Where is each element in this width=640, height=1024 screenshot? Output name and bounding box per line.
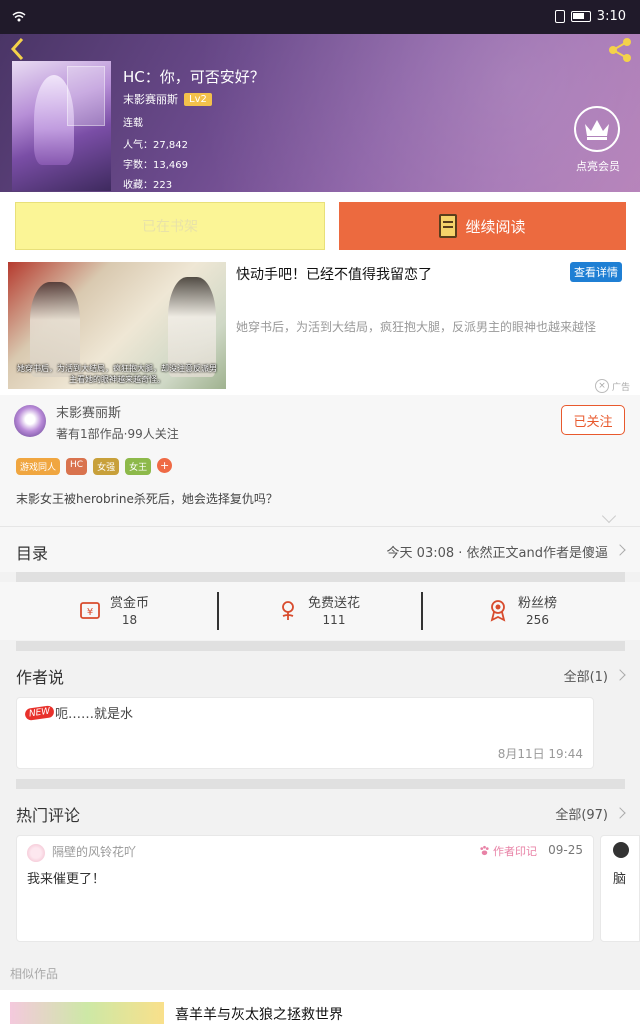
new-badge: NEW <box>24 705 56 721</box>
svg-text:¥: ¥ <box>87 607 93 618</box>
back-arrow-icon <box>10 37 24 61</box>
comment-username[interactable]: 隔壁的风铃花吖 <box>52 843 136 860</box>
book-header: HC：你，可否安好？ 末影赛丽斯 Lv2 连载 人气：27,842 字数：13,… <box>0 34 640 192</box>
avatar[interactable] <box>14 405 46 437</box>
author-says-time: 8月11日 19:44 <box>497 747 583 761</box>
catalog-title: 目录 <box>16 544 49 563</box>
medal-icon <box>486 598 510 622</box>
book-icon <box>439 214 458 238</box>
divider <box>16 779 625 789</box>
divider <box>16 641 625 651</box>
vibrate-icon <box>554 10 565 23</box>
author-mark-label: 作者印记 <box>493 845 537 858</box>
ad-detail-button[interactable]: 查看详情 <box>570 262 622 282</box>
share-button[interactable] <box>606 36 634 64</box>
send-flowers-value: 111 <box>322 613 346 627</box>
avatar[interactable] <box>27 844 45 862</box>
tag[interactable]: HC <box>66 458 88 475</box>
hot-comments-title: 热门评论 <box>16 806 81 825</box>
ad-banner[interactable]: 她穿书后，为活到大结局，疯狂抱大腿，却没注意反派男主看她的眼神越来越奇怪。 快动… <box>0 262 640 395</box>
author-meta: 著有1部作品·99人关注 <box>56 427 179 441</box>
comment-text: 我来催更了！ <box>27 872 106 887</box>
fan-ranking[interactable]: 粉丝榜 256 <box>486 592 557 627</box>
chevron-right-icon <box>614 669 626 681</box>
battery-icon <box>570 11 591 22</box>
comment-date: 09-25 <box>548 843 583 857</box>
coin-icon: ¥ <box>78 598 102 622</box>
flower-icon <box>276 598 300 622</box>
similar-work-cover[interactable] <box>10 1002 164 1024</box>
book-intro: 末影女王被herobrine杀死后，她会选择复仇吗？ <box>16 492 278 506</box>
ad-label: 广告 <box>611 382 630 393</box>
tag[interactable]: 游戏同人 <box>16 458 61 475</box>
author-says-text: 呃……就是水 <box>55 707 134 722</box>
level-badge: Lv2 <box>184 92 212 106</box>
author-mark-badge: 作者印记 <box>479 843 537 859</box>
author-name[interactable]: 末影赛丽斯 <box>56 402 121 421</box>
divider <box>16 572 625 582</box>
crown-icon <box>585 120 609 140</box>
send-flowers-label: 免费送花 <box>308 596 361 611</box>
close-icon[interactable]: × <box>594 379 609 393</box>
book-title: HC：你，可否安好？ <box>123 68 265 86</box>
ad-image[interactable]: 她穿书后，为活到大结局，疯狂抱大腿，却没注意反派男主看她的眼神越来越奇怪。 <box>8 262 226 389</box>
similar-work-item[interactable]: 喜羊羊与灰太狼之拯救世界 <box>0 990 640 1024</box>
hot-comments-all-link[interactable]: 全部(97) <box>555 804 608 823</box>
stats-row: ¥ 赏金币 18 免费送花 111 粉丝榜 256 <box>0 582 640 640</box>
ad-image-caption: 她穿书后，为活到大结局，疯狂抱大腿，却没注意反派男主看她的眼神越来越奇怪。 <box>17 364 217 384</box>
tag[interactable]: 女王 <box>125 458 152 475</box>
author-says-card[interactable]: NEW 呃……就是水 8月11日 19:44 <box>16 697 594 769</box>
chevron-right-icon <box>614 807 626 819</box>
catalog-row[interactable]: 目录 今天 03:08 · 依然正文and作者是傻逼 <box>0 526 640 572</box>
ad-description: 她穿书后，为活到大结局，疯狂抱大腿，反派男主的眼神也越来越怪 <box>236 320 597 334</box>
book-status: 连载 <box>123 118 143 129</box>
more-tags-button[interactable]: + <box>157 458 173 473</box>
vip-label: 点亮会员 <box>576 160 620 173</box>
share-icon <box>609 38 631 62</box>
avatar[interactable] <box>613 842 629 858</box>
fan-ranking-value: 256 <box>526 613 549 627</box>
comment-card[interactable]: 脑 <box>600 835 640 942</box>
book-cover[interactable] <box>12 61 111 191</box>
similar-works-label: 相似作品 <box>10 967 59 981</box>
continue-reading-label: 继续阅读 <box>465 217 526 236</box>
back-button[interactable] <box>8 36 32 64</box>
shelf-button[interactable]: 已在书架 <box>15 202 325 250</box>
comment-text: 脑 <box>613 872 627 887</box>
tag[interactable]: 女强 <box>93 458 120 475</box>
divider <box>421 592 423 630</box>
popularity: 人气：27,842 <box>123 140 188 151</box>
clock: 3:10 <box>596 9 626 24</box>
ad-mark: × 广告 <box>594 379 630 393</box>
favorites-count: 收藏：223 <box>123 180 173 191</box>
comment-card[interactable]: 隔壁的风铃花吖 作者印记 09-25 我来催更了！ <box>16 835 594 942</box>
tag-list: 游戏同人 HC 女强 女王 + <box>16 458 173 475</box>
continue-reading-button[interactable]: 继续阅读 <box>339 202 626 250</box>
action-bar: 已在书架 继续阅读 <box>0 192 640 262</box>
latest-chapter[interactable]: 今天 03:08 · 依然正文and作者是傻逼 <box>387 542 608 561</box>
ad-title[interactable]: 快动手吧！已经不值得我留恋了 <box>236 264 432 284</box>
status-bar: 3:10 <box>0 0 640 34</box>
author-says-all-link[interactable]: 全部(1) <box>564 666 608 685</box>
author-name[interactable]: 末影赛丽斯 <box>123 91 178 107</box>
chevron-down-icon[interactable] <box>601 508 617 524</box>
fan-ranking-label: 粉丝榜 <box>518 596 558 611</box>
author-says-title: 作者说 <box>16 668 65 687</box>
vip-button[interactable] <box>574 106 620 152</box>
reward-coins-label: 赏金币 <box>110 596 150 611</box>
follow-button[interactable]: 已关注 <box>561 405 625 435</box>
similar-work-title[interactable]: 喜羊羊与灰太狼之拯救世界 <box>175 1004 343 1024</box>
chevron-right-icon <box>614 544 626 556</box>
send-flowers[interactable]: 免费送花 111 <box>276 592 360 627</box>
reward-coins[interactable]: ¥ 赏金币 18 <box>78 592 149 627</box>
paw-icon <box>479 845 489 856</box>
author-row: 末影赛丽斯 Lv2 <box>123 91 212 107</box>
reward-coins-value: 18 <box>121 613 138 627</box>
word-count: 字数：13,469 <box>123 160 188 171</box>
wifi-icon <box>12 11 26 22</box>
divider <box>217 592 219 630</box>
